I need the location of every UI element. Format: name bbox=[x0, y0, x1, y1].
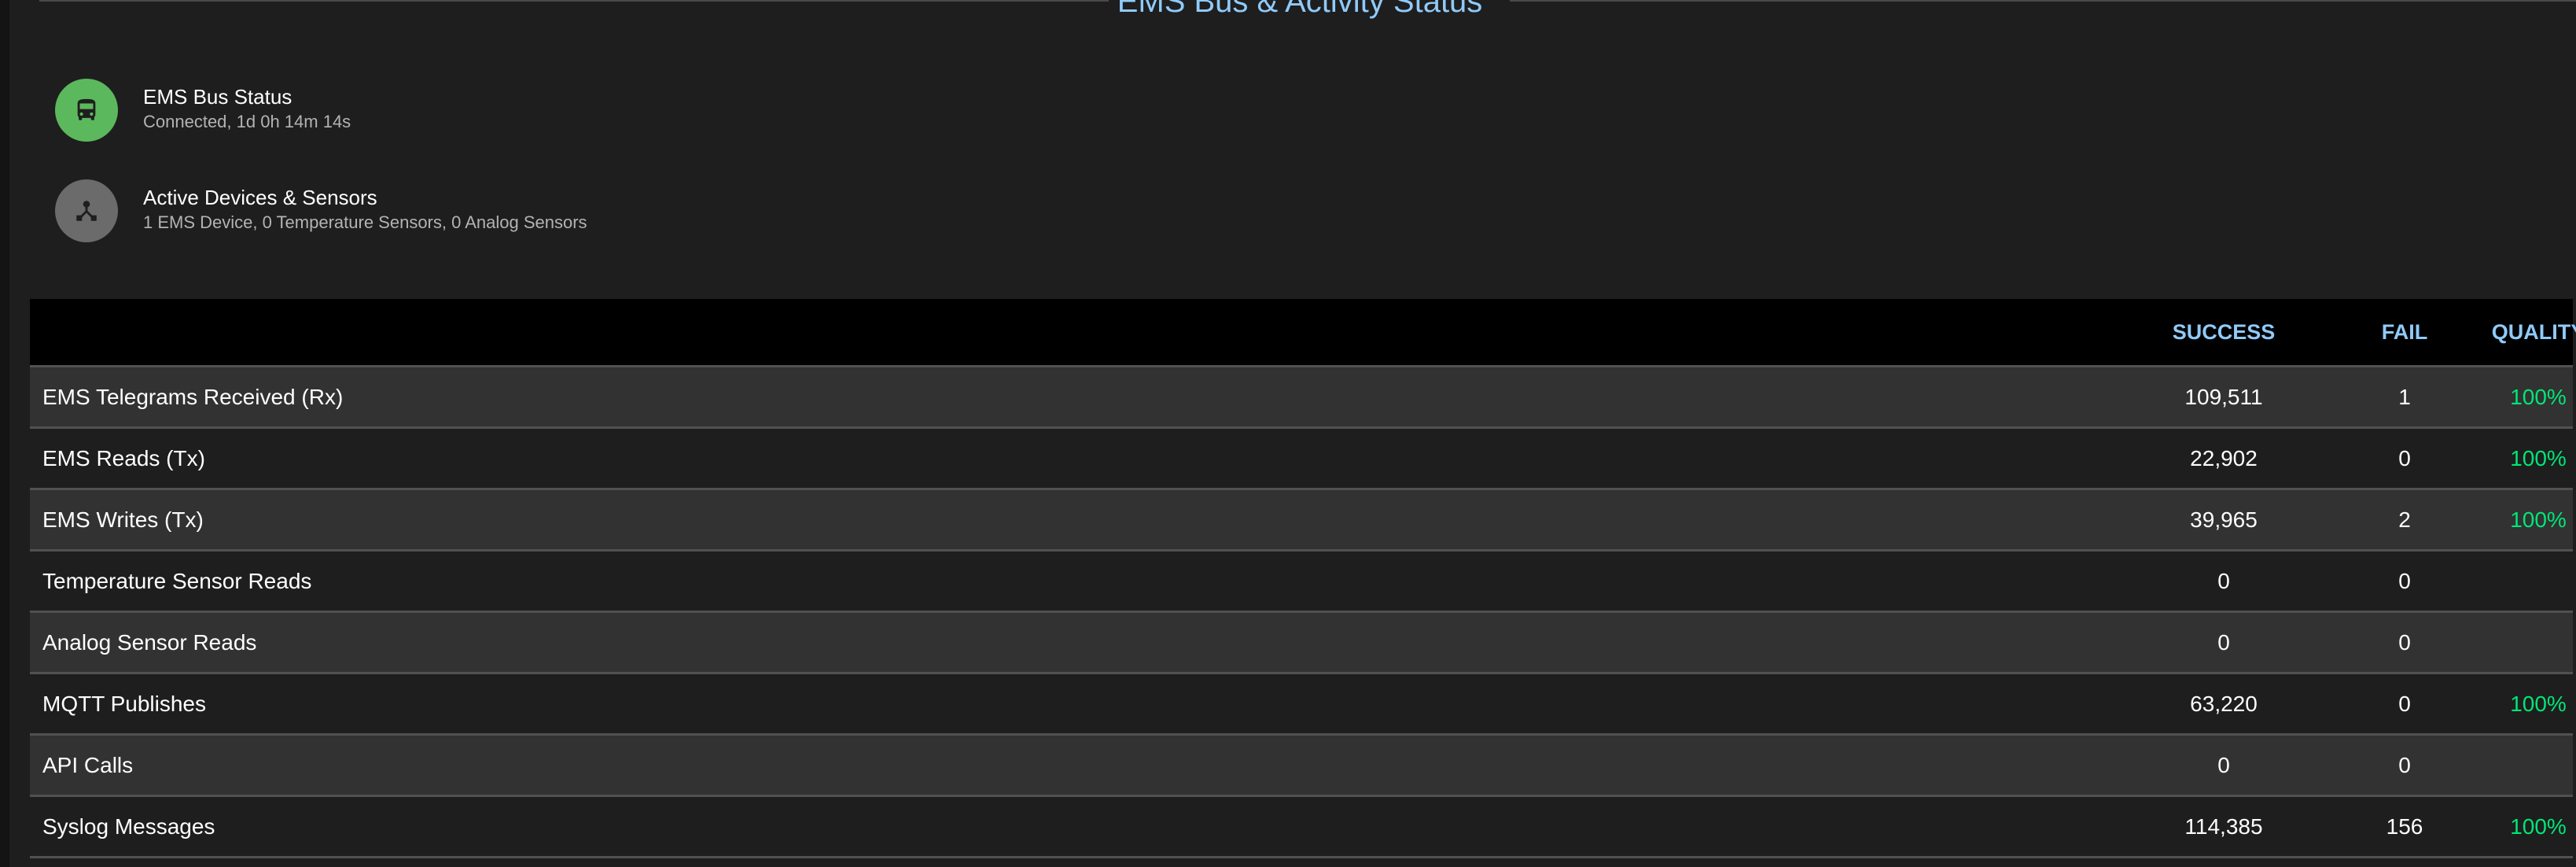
column-header-quality[interactable]: QUALITY bbox=[2467, 299, 2576, 365]
bus-icon bbox=[77, 98, 96, 120]
column-header-success[interactable]: SUCCESS bbox=[2153, 299, 2294, 365]
status-primary: EMS Bus Status bbox=[143, 85, 293, 109]
row-label: MQTT Publishes bbox=[42, 692, 206, 716]
success-count: 0 bbox=[2217, 569, 2230, 593]
table-row: API Calls 0 0 bbox=[30, 736, 2573, 797]
devices-icon-avatar bbox=[55, 179, 118, 242]
status-text: Active Devices & Sensors 1 EMS Device, 0… bbox=[143, 184, 587, 234]
status-secondary: 1 EMS Device, 0 Temperature Sensors, 0 A… bbox=[143, 212, 587, 232]
row-label: Temperature Sensor Reads bbox=[42, 569, 312, 593]
status-item-active-devices: Active Devices & Sensors 1 EMS Device, 0… bbox=[55, 179, 841, 242]
success-count: 63,220 bbox=[2190, 692, 2258, 716]
row-label: Analog Sensor Reads bbox=[42, 630, 257, 655]
activity-table: SUCCESS FAIL QUALITY EMS Telegrams Recei… bbox=[30, 299, 2576, 858]
section-divider-left bbox=[39, 0, 1109, 2]
table-row: EMS Reads (Tx) 22,902 0 100% bbox=[30, 429, 2573, 490]
section-title: EMS Bus & Activity Status bbox=[1117, 0, 1483, 19]
success-count: 109,511 bbox=[2184, 385, 2263, 409]
status-text: EMS Bus Status Connected, 1d 0h 14m 14s bbox=[143, 83, 351, 134]
table-row: Temperature Sensor Reads 0 0 bbox=[30, 552, 2573, 613]
status-item-ems-bus: EMS Bus Status Connected, 1d 0h 14m 14s bbox=[55, 79, 841, 142]
column-header-fail[interactable]: FAIL bbox=[2342, 299, 2467, 365]
table-row: EMS Writes (Tx) 39,965 2 100% bbox=[30, 490, 2573, 552]
status-secondary: Connected, 1d 0h 14m 14s bbox=[143, 112, 351, 131]
fail-count: 0 bbox=[2398, 753, 2411, 777]
section-divider-right bbox=[1510, 0, 2576, 2]
success-count: 0 bbox=[2217, 630, 2230, 655]
quality-value bbox=[2467, 736, 2576, 795]
quality-value: 100% bbox=[2510, 385, 2567, 409]
fail-count: 156 bbox=[2386, 814, 2423, 839]
table-row: Analog Sensor Reads 0 0 bbox=[30, 613, 2573, 674]
status-primary: Active Devices & Sensors bbox=[143, 186, 377, 209]
fail-count: 0 bbox=[2398, 630, 2411, 655]
table-header: SUCCESS FAIL QUALITY bbox=[30, 299, 2576, 367]
table-row: MQTT Publishes 63,220 0 100% bbox=[30, 674, 2573, 736]
success-count: 114,385 bbox=[2184, 814, 2263, 839]
row-label: EMS Writes (Tx) bbox=[42, 507, 204, 532]
devices-tree-icon bbox=[76, 201, 97, 221]
quality-value: 100% bbox=[2510, 814, 2567, 839]
fail-count: 0 bbox=[2398, 446, 2411, 470]
quality-value: 100% bbox=[2510, 692, 2567, 716]
row-label: Syslog Messages bbox=[42, 814, 215, 839]
row-label: EMS Telegrams Received (Rx) bbox=[42, 385, 344, 409]
quality-value bbox=[2467, 613, 2576, 672]
fail-count: 0 bbox=[2398, 692, 2411, 716]
bus-icon-avatar bbox=[55, 79, 118, 142]
fail-count: 2 bbox=[2398, 507, 2411, 532]
table-row: EMS Telegrams Received (Rx) 109,511 1 10… bbox=[30, 367, 2573, 429]
quality-value bbox=[2467, 552, 2576, 611]
success-count: 22,902 bbox=[2190, 446, 2258, 470]
fail-count: 0 bbox=[2398, 569, 2411, 593]
window-left-edge bbox=[0, 0, 9, 867]
success-count: 39,965 bbox=[2190, 507, 2258, 532]
success-count: 0 bbox=[2217, 753, 2230, 777]
table-row: Syslog Messages 114,385 156 100% bbox=[30, 797, 2573, 858]
quality-value: 100% bbox=[2510, 446, 2567, 470]
fail-count: 1 bbox=[2398, 385, 2411, 409]
quality-value: 100% bbox=[2510, 507, 2567, 532]
row-label: API Calls bbox=[42, 753, 134, 777]
row-label: EMS Reads (Tx) bbox=[42, 446, 205, 470]
